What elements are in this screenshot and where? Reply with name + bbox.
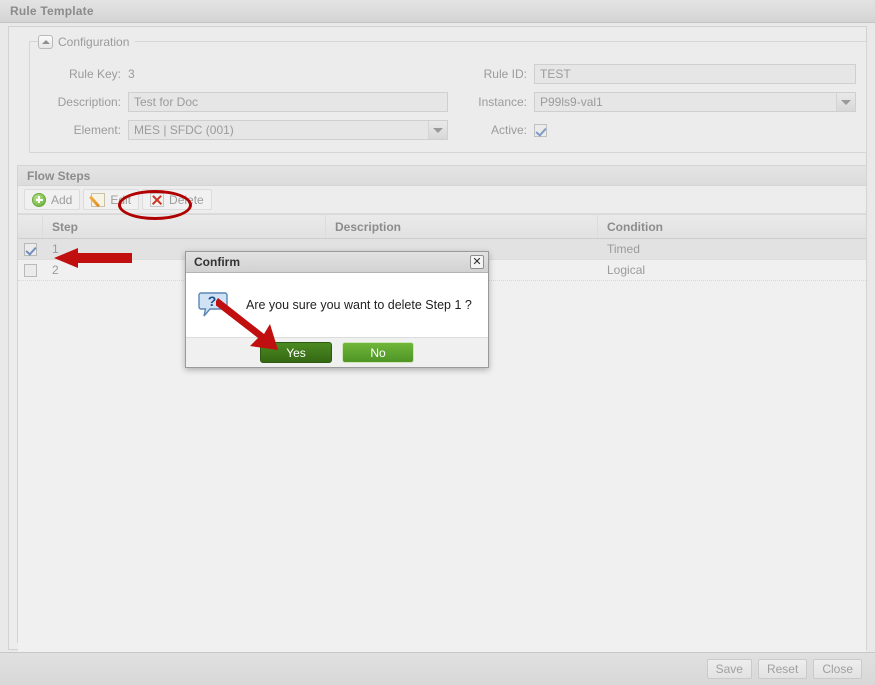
dialog-no-button[interactable]: No <box>342 342 414 363</box>
dialog-message: Are you sure you want to delete Step 1 ? <box>246 298 472 312</box>
row-condition-cell: Logical <box>607 263 646 277</box>
column-header-step[interactable]: Step <box>43 215 326 238</box>
edit-button[interactable]: Edit <box>83 189 140 210</box>
configuration-fieldset: Configuration Rule Key: 3 Description: E… <box>29 33 868 153</box>
triangle-up-icon <box>41 39 50 44</box>
reset-button[interactable]: Reset <box>757 659 808 679</box>
footer-bar: Save Reset Close <box>0 652 875 685</box>
collapse-toggle-button[interactable] <box>38 34 53 49</box>
chevron-down-icon <box>433 127 443 133</box>
dialog-titlebar[interactable]: Confirm ✕ <box>186 252 488 273</box>
column-header-description[interactable]: Description <box>326 215 598 238</box>
active-checkbox[interactable] <box>534 123 547 137</box>
rule-id-label: Rule ID: <box>483 67 527 81</box>
window-titlebar: Rule Template <box>0 0 875 23</box>
field-instance: Instance: P99ls9-val1 <box>450 88 868 116</box>
dialog-title: Confirm <box>194 255 240 269</box>
question-bubble-icon: ? <box>198 291 228 319</box>
flow-steps-toolbar: Add Edit Delete <box>18 186 866 214</box>
grid-header-row: Step Description Condition <box>18 214 866 239</box>
close-button[interactable]: Close <box>813 659 862 679</box>
instance-selected-value: P99ls9-val1 <box>540 95 603 109</box>
row-condition-cell: Timed <box>607 242 640 256</box>
configuration-left-column: Rule Key: 3 Description: Element: MES | … <box>30 60 450 144</box>
row-checkbox[interactable] <box>24 242 37 256</box>
row-select-cell[interactable] <box>18 239 43 259</box>
field-rule-id: Rule ID: <box>450 60 868 88</box>
instance-label: Instance: <box>478 95 527 109</box>
flow-steps-header: Flow Steps <box>18 166 866 186</box>
add-button[interactable]: Add <box>24 189 81 210</box>
element-label: Element: <box>73 123 121 137</box>
rule-id-input[interactable] <box>534 64 856 84</box>
column-header-condition[interactable]: Condition <box>598 215 866 238</box>
description-label: Description: <box>57 95 121 109</box>
description-input[interactable] <box>128 92 448 112</box>
add-plus-icon <box>32 192 46 207</box>
pencil-edit-icon <box>91 192 106 207</box>
chevron-down-icon <box>841 99 851 105</box>
active-label: Active: <box>490 123 527 137</box>
instance-select[interactable]: P99ls9-val1 <box>534 92 856 112</box>
field-active: Active: <box>450 116 868 144</box>
svg-text:?: ? <box>208 293 217 309</box>
footer-button-group: Save Reset Close <box>706 659 862 679</box>
delete-x-icon <box>150 192 165 207</box>
field-description: Description: <box>30 88 450 116</box>
delete-button[interactable]: Delete <box>142 189 212 210</box>
delete-button-label: Delete <box>169 192 204 207</box>
configuration-legend: Configuration <box>38 33 136 50</box>
configuration-right-column: Rule ID: Instance: P99ls9-val1 Active: <box>450 60 868 144</box>
close-x-icon[interactable]: ✕ <box>470 255 484 269</box>
confirm-dialog: Confirm ✕ ? Are you sure you want to del… <box>185 251 489 368</box>
rule-key-value: 3 <box>128 67 135 81</box>
app-window: Rule Template Configuration Rule Key: 3 … <box>0 0 875 685</box>
dialog-body: ? Are you sure you want to delete Step 1… <box>186 273 488 337</box>
element-dropdown-button[interactable] <box>428 121 447 139</box>
column-header-select <box>18 215 43 238</box>
save-button[interactable]: Save <box>706 659 752 679</box>
element-select[interactable]: MES | SFDC (001) <box>128 120 448 140</box>
page-title: Rule Template <box>10 4 94 18</box>
rule-key-label: Rule Key: <box>68 67 121 81</box>
instance-dropdown-button[interactable] <box>836 93 855 111</box>
flow-steps-panel: Flow Steps Add Edit Delete Step Descript… <box>17 165 867 661</box>
edit-button-label: Edit <box>110 192 132 207</box>
element-selected-value: MES | SFDC (001) <box>134 123 234 137</box>
field-rule-key: Rule Key: 3 <box>30 60 450 88</box>
add-button-label: Add <box>51 192 73 207</box>
row-checkbox[interactable] <box>24 263 37 277</box>
dialog-yes-button[interactable]: Yes <box>260 342 332 363</box>
dialog-footer: Yes No <box>186 337 488 367</box>
field-element: Element: MES | SFDC (001) <box>30 116 450 144</box>
row-select-cell[interactable] <box>18 260 43 280</box>
configuration-legend-label: Configuration <box>58 34 130 49</box>
